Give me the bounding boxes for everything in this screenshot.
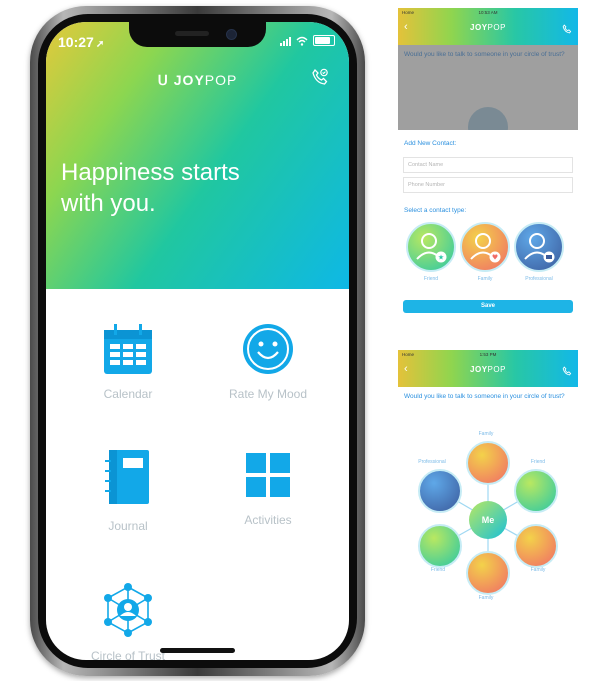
calendar-icon xyxy=(104,324,152,374)
friend-type-label: Friend xyxy=(423,276,439,282)
battery-icon xyxy=(313,35,335,46)
trust-node-family[interactable] xyxy=(466,441,510,485)
dimmed-avatar xyxy=(468,107,508,130)
friend-type-option[interactable]: ★ xyxy=(406,222,456,272)
activities-grid-icon xyxy=(246,453,290,497)
family-type-label: Family xyxy=(477,276,493,282)
status-icons xyxy=(280,35,335,46)
phone-screen: 10:27 ➚ ᑌ JOYPOP Happiness starts with yo… xyxy=(46,22,349,660)
person-briefcase-icon xyxy=(524,233,555,263)
trust-node-label: Family xyxy=(478,595,494,601)
svg-text:♥: ♥ xyxy=(492,254,498,262)
phone-call-icon[interactable] xyxy=(562,21,572,39)
tagline: Happiness starts with you. xyxy=(61,159,240,217)
add-contact-screen: Home 10:53 AM ‹ JOYPOP Would you like to… xyxy=(398,8,578,338)
phone-call-icon[interactable] xyxy=(311,68,329,91)
location-arrow-icon: ➚ xyxy=(95,39,105,50)
save-button[interactable]: Save xyxy=(403,300,573,313)
signal-icon xyxy=(280,36,291,46)
professional-type-label: Professional xyxy=(525,276,553,282)
status-time: 1:53 PM xyxy=(479,352,497,357)
nav-bar: Home 1:53 PM ‹ JOYPOP xyxy=(398,350,578,387)
journal-label: Journal xyxy=(108,519,148,533)
person-heart-icon: ♥ xyxy=(470,233,501,263)
calendar-tile[interactable]: Calendar xyxy=(58,322,198,401)
circle-of-trust-icon xyxy=(104,583,152,637)
rate-my-mood-label: Rate My Mood xyxy=(228,387,308,401)
question-text: Would you like to talk to someone in you… xyxy=(404,51,565,58)
trust-node-label: Friend xyxy=(430,567,446,573)
rate-my-mood-tile[interactable]: Rate My Mood xyxy=(198,322,338,401)
wifi-icon xyxy=(296,36,308,46)
trust-node-friend[interactable] xyxy=(418,524,462,568)
status-time: 10:27 ➚ xyxy=(58,34,105,50)
logo-mark-icon: ᑌ xyxy=(157,72,169,88)
professional-type-option[interactable] xyxy=(514,222,564,272)
nav-bar: Home 10:53 AM ‹ JOYPOP xyxy=(398,8,578,45)
trust-circle: Me Family Friend Family Family Friend Pr… xyxy=(398,401,578,651)
smiley-icon xyxy=(243,324,293,374)
question-text: Would you like to talk to someone in you… xyxy=(404,393,565,400)
calendar-label: Calendar xyxy=(103,387,153,401)
circle-of-trust-screen: Home 1:53 PM ‹ JOYPOP Would you like to … xyxy=(398,350,578,675)
add-contact-title: Add New Contact: xyxy=(404,140,457,147)
trust-node-professional[interactable] xyxy=(418,469,462,513)
trust-node-label: Family xyxy=(478,431,494,437)
activities-tile[interactable]: Activities xyxy=(198,448,338,527)
trust-node-family[interactable] xyxy=(514,524,558,568)
trust-node-family[interactable] xyxy=(466,551,510,595)
app-logo: ᑌ JOYPOP xyxy=(157,72,238,88)
journal-icon xyxy=(105,450,149,504)
app-logo: JOYPOP xyxy=(470,365,506,374)
contact-name-field[interactable]: Contact Name xyxy=(403,157,573,173)
home-indicator xyxy=(160,648,235,653)
svg-text:★: ★ xyxy=(438,254,444,262)
notch xyxy=(129,22,266,47)
phone-call-icon[interactable] xyxy=(562,363,572,381)
family-type-option[interactable]: ♥ xyxy=(460,222,510,272)
trust-node-friend[interactable] xyxy=(514,469,558,513)
trust-node-label: Professional xyxy=(418,459,446,465)
dimmed-overlay: Would you like to talk to someone in you… xyxy=(398,45,578,130)
status-bar: Home 1:53 PM xyxy=(402,352,574,357)
me-center-node[interactable]: Me xyxy=(469,501,507,539)
trust-node-label: Friend xyxy=(530,459,546,465)
phone-frame: 10:27 ➚ ᑌ JOYPOP Happiness starts with yo… xyxy=(30,6,365,676)
contact-type-options: ★ ♥ Friend Family Professional xyxy=(398,214,578,294)
activities-label: Activities xyxy=(244,513,292,527)
trust-node-label: Family xyxy=(530,567,546,573)
contact-type-label: Select a contact type: xyxy=(404,207,467,214)
hero-banner: 10:27 ➚ ᑌ JOYPOP Happiness starts with yo… xyxy=(46,22,349,289)
app-logo: JOYPOP xyxy=(470,23,506,32)
journal-tile[interactable]: Journal xyxy=(58,448,198,533)
person-star-icon: ★ xyxy=(416,233,447,263)
status-time: 10:53 AM xyxy=(478,10,498,15)
status-bar: Home 10:53 AM xyxy=(402,10,574,15)
phone-number-field[interactable]: Phone Number xyxy=(403,177,573,193)
